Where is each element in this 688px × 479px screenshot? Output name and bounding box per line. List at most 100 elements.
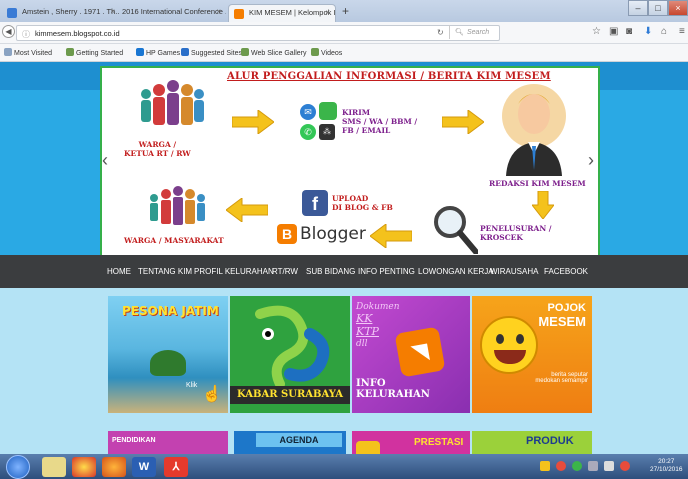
tile-pojok-mesem[interactable]: POJOK MESEM berita seputar medokan semam… <box>472 296 592 413</box>
menu-item-wirausaha[interactable]: WIRAUSAHA <box>490 267 538 276</box>
smiley-icon <box>480 316 538 374</box>
tray-icon[interactable] <box>556 461 566 471</box>
arrow-left-icon <box>370 224 412 248</box>
system-tray <box>540 461 640 473</box>
bookmark-most-visited[interactable]: Most Visited <box>4 48 52 57</box>
firefox-icon[interactable] <box>102 457 126 477</box>
tray-icon[interactable] <box>540 461 550 471</box>
tile-pesona-jatim[interactable]: PESONA JATIM Klik ☝ <box>108 296 228 413</box>
pojok-label: POJOK <box>547 302 586 314</box>
menu-item-home[interactable]: HOME <box>107 267 131 276</box>
divider <box>449 25 450 39</box>
tile-prestasi[interactable]: PRESTASI <box>352 431 470 454</box>
info-icon: ⓘ <box>22 30 30 39</box>
tray-icon[interactable] <box>620 461 630 471</box>
navigation-bar: ◀ ⓘ kimmesem.blogspot.co.id ↻ 🔍︎ Search … <box>0 22 688 44</box>
magnifier-icon <box>434 206 478 254</box>
star-icon[interactable]: ☆ <box>592 26 601 37</box>
globe-icon <box>311 48 319 56</box>
minimize-button[interactable]: – <box>628 0 648 16</box>
warga-ketua-label: WARGA / KETUA RT / RW <box>124 140 191 158</box>
search-input[interactable]: Search <box>467 29 489 36</box>
close-icon[interactable]: × <box>216 7 221 16</box>
tab-title: 2016 International Conference ... <box>122 7 226 16</box>
pocket-icon[interactable]: ◙ <box>626 26 632 37</box>
tab-amstein[interactable]: Amstein , Sherry . 1971 . Th... × <box>2 4 120 22</box>
file-explorer-icon[interactable] <box>42 457 66 477</box>
clipboard-icon[interactable]: ▣ <box>609 26 618 37</box>
tile-kabar-surabaya[interactable]: KABAR SURABAYA <box>230 296 350 413</box>
slider-prev-button[interactable]: ‹ <box>102 150 108 171</box>
pdf-icon[interactable]: ⅄ <box>164 457 188 477</box>
maximize-button[interactable]: □ <box>648 0 668 16</box>
tile-pendidikan[interactable]: PENDIDIKAN <box>108 431 228 454</box>
hp-icon <box>136 48 144 56</box>
bookmark-getting-started[interactable]: Getting Started <box>66 48 123 57</box>
menu-item-info-penting[interactable]: INFO PENTING <box>358 267 415 276</box>
globe-icon <box>241 48 249 56</box>
menu-item-lowongan-kerja[interactable]: LOWONGAN KERJA <box>418 267 494 276</box>
menu-item-facebook[interactable]: FACEBOOK <box>544 267 588 276</box>
redaksi-label: REDAKSI KIM MESEM <box>489 179 586 188</box>
arrow-down-icon <box>532 191 554 219</box>
mesem-label: MESEM <box>538 314 586 329</box>
bbm-icon: ⁂ <box>319 124 335 140</box>
windows-taskbar: W ⅄ 20:27 27/10/2016 <box>0 454 688 479</box>
menu-icon[interactable]: ≡ <box>679 26 685 37</box>
editor-avatar-icon <box>502 84 566 176</box>
slider-next-button[interactable]: › <box>588 150 594 171</box>
clock[interactable]: 20:27 27/10/2016 <box>650 458 683 474</box>
bookmark-icon <box>181 48 189 56</box>
tab-kim-mesem[interactable]: KIM MESEM | Kelompok In... × <box>228 4 336 22</box>
globe-icon <box>66 48 74 56</box>
chrome-icon[interactable] <box>72 457 96 477</box>
bookmarks-bar: Most Visited Getting Started HP Games Su… <box>0 44 688 62</box>
bookmark-hp-games[interactable]: HP Games <box>136 48 180 57</box>
bookmark-suggested-sites[interactable]: Suggested Sites <box>181 48 242 57</box>
tab-strip: Amstein , Sherry . 1971 . Th... × 2016 I… <box>0 0 688 22</box>
hand-cursor-icon: ☝ <box>202 386 222 403</box>
tile-title: PENDIDIKAN <box>112 437 156 444</box>
network-icon[interactable] <box>588 461 598 471</box>
tile-produk[interactable]: PRODUK <box>472 431 592 454</box>
kirim-label: KIRIM SMS / WA / BBM / FB / EMAIL <box>342 108 418 135</box>
sura-baya-icon <box>255 305 330 388</box>
tile-agenda[interactable]: AGENDA <box>234 431 346 454</box>
menu-item-tentang-kim[interactable]: TENTANG KIM <box>138 267 192 276</box>
info-flow-banner: ALUR PENGGALIAN INFORMASI / BERITA KIM M… <box>100 66 600 257</box>
people-group-icon <box>141 80 204 125</box>
menu-item-sub-bidang[interactable]: SUB BIDANG <box>306 267 355 276</box>
rss-icon: ◥ <box>394 326 446 378</box>
close-window-button[interactable]: × <box>668 0 688 16</box>
tray-icon[interactable] <box>572 461 582 471</box>
bookmark-web-slice-gallery[interactable]: Web Slice Gallery <box>241 48 307 57</box>
tile-title: KABAR SURABAYA <box>230 386 350 404</box>
search-icon: 🔍︎ <box>455 29 464 36</box>
new-tab-button[interactable]: + <box>342 4 349 18</box>
back-button[interactable]: ◀ <box>2 25 15 38</box>
klik-label: Klik <box>186 382 198 389</box>
close-icon[interactable]: × <box>325 8 330 17</box>
volume-icon[interactable] <box>604 461 614 471</box>
start-button[interactable] <box>6 455 30 479</box>
url-bar[interactable]: ⓘ kimmesem.blogspot.co.id ↻ 🔍︎ Search <box>16 25 500 41</box>
tab-conference[interactable]: 2016 International Conference ... × <box>116 4 226 22</box>
info-kelurahan-text: INFO KELURAHAN <box>356 378 430 400</box>
blogger-icon <box>234 9 244 19</box>
menu-item-profil-kelurahan[interactable]: PROFIL KELURAHAN <box>194 267 274 276</box>
tile-info-kelurahan[interactable]: Dokumen KK KTP dll ◥ INFO KELURAHAN <box>352 296 470 413</box>
close-icon[interactable]: × <box>110 7 115 16</box>
menu-item-rt-rw[interactable]: RT/RW <box>272 267 298 276</box>
dokumen-text: Dokumen KK KTP dll <box>356 302 400 349</box>
bookmark-icon <box>4 48 12 56</box>
whatsapp-icon: ✆ <box>300 124 316 140</box>
trophy-icon <box>356 441 380 454</box>
penelusuran-label: PENELUSURAN / KROSCEK <box>480 224 552 242</box>
download-icon[interactable]: ⬇ <box>644 26 652 37</box>
warga-masyarakat-label: WARGA / MASYARAKAT <box>124 236 224 245</box>
reload-icon[interactable]: ↻ <box>437 28 444 37</box>
word-icon[interactable]: W <box>132 457 156 477</box>
bookmark-videos[interactable]: Videos <box>311 48 342 57</box>
facebook-icon: f <box>302 190 328 216</box>
home-icon[interactable]: ⌂ <box>661 26 667 37</box>
